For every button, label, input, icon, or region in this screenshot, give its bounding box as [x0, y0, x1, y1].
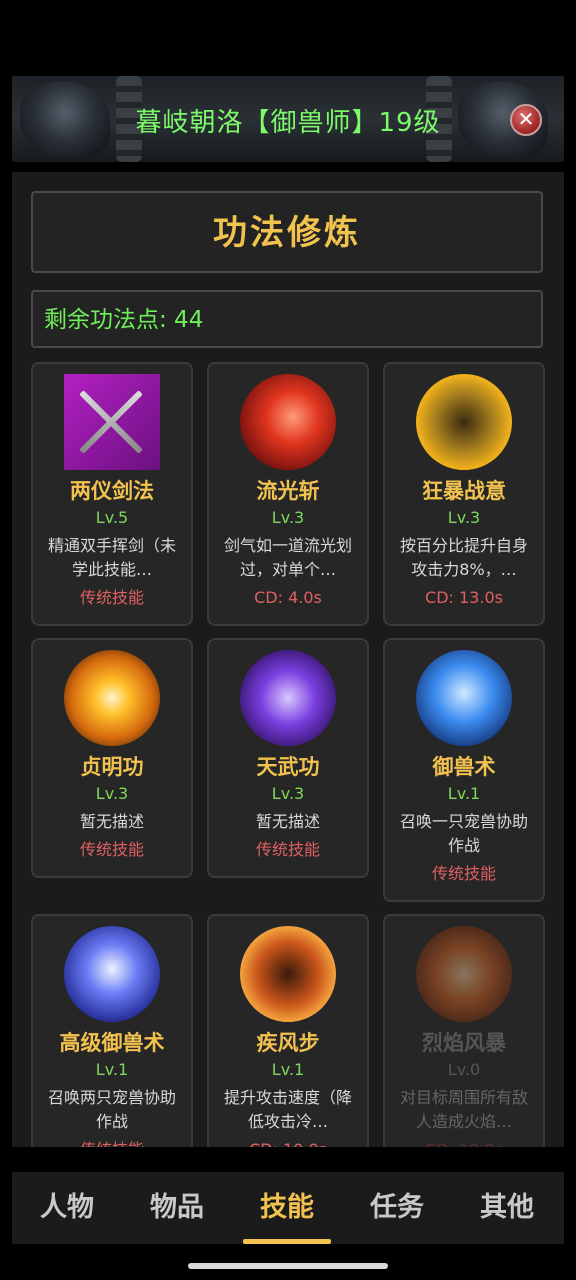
skill-name: 御兽术	[432, 755, 496, 779]
skill-level: Lv.1	[447, 784, 481, 803]
skill-name: 流光斩	[256, 479, 320, 503]
flow-slash-icon	[240, 374, 336, 470]
skill-type: 传统技能	[79, 840, 144, 859]
skill-type: 传统技能	[33, 1138, 191, 1147]
panel-title: 功法修炼	[213, 213, 361, 253]
skill-points-display: 剩余功法点: 44	[31, 290, 543, 348]
skill-level: Lv.3	[271, 784, 305, 803]
skill-level: Lv.3	[447, 508, 481, 527]
skill-name: 高级御兽术	[59, 1031, 165, 1055]
title-banner: 暮岐朝洛【御兽师】19级 ✕	[12, 76, 564, 162]
swift-step-icon	[240, 926, 336, 1022]
tab-skills[interactable]: 技能	[232, 1172, 342, 1244]
skill-type: 传统技能	[255, 840, 320, 859]
skill-card[interactable]: 天武功 Lv.3 暂无描述 传统技能	[207, 638, 369, 878]
tab-items[interactable]: 物品	[122, 1172, 232, 1244]
skill-card-locked[interactable]: 烈焰风暴 Lv.0 对目标周围所有敌人造成火焰… CD: 10.0s	[383, 914, 545, 1147]
skill-cooldown: CD: 13.0s	[425, 588, 503, 607]
skill-level: Lv.1	[95, 1060, 129, 1079]
tab-character[interactable]: 人物	[12, 1172, 122, 1244]
skill-level: Lv.3	[271, 508, 305, 527]
radiant-orb-icon	[64, 650, 160, 746]
skill-grid[interactable]: 两仪剑法 Lv.5 精通双手挥剑（未学此技能… 传统技能 流光斩 Lv.3 剑气…	[12, 362, 564, 1147]
skill-card[interactable]: 高级御兽术 Lv.1 召唤两只宠兽协助作战 传统技能	[31, 914, 193, 1147]
skill-card[interactable]: 御兽术 Lv.1 召唤一只宠兽协助作战 传统技能	[383, 638, 545, 902]
skill-card[interactable]: 疾风步 Lv.1 提升攻击速度（降低攻击冷… CD: 10.0s	[207, 914, 369, 1147]
skill-name: 烈焰风暴	[422, 1031, 506, 1055]
crossed-swords-icon	[64, 374, 160, 470]
divine-sword-icon	[240, 650, 336, 746]
skill-card[interactable]: 流光斩 Lv.3 剑气如一道流光划过，对单个… CD: 4.0s	[207, 362, 369, 626]
rage-fist-icon	[416, 374, 512, 470]
tab-label: 物品	[150, 1192, 204, 1223]
beast-summon-icon	[416, 650, 512, 746]
skill-name: 疾风步	[256, 1031, 320, 1055]
skill-description: 按百分比提升自身攻击力8%，…	[399, 536, 528, 579]
tab-label: 其他	[480, 1192, 534, 1223]
skill-name: 天武功	[256, 755, 320, 779]
skill-level: Lv.5	[95, 508, 129, 527]
skill-name: 贞明功	[80, 755, 144, 779]
panel-header: 功法修炼	[31, 191, 543, 273]
skill-description: 暂无描述	[255, 812, 320, 831]
active-tab-indicator	[243, 1239, 331, 1244]
home-indicator[interactable]	[188, 1263, 388, 1269]
skill-name: 狂暴战意	[422, 479, 506, 503]
character-title: 暮岐朝洛【御兽师】19级	[135, 108, 441, 138]
skill-card[interactable]: 两仪剑法 Lv.5 精通双手挥剑（未学此技能… 传统技能	[31, 362, 193, 626]
skill-cooldown: CD: 4.0s	[254, 588, 322, 607]
skill-description: 提升攻击速度（降低攻击冷…	[223, 1088, 352, 1131]
skill-description: 暂无描述	[79, 812, 144, 831]
skill-level: Lv.1	[271, 1060, 305, 1079]
skill-description: 对目标周围所有敌人造成火焰…	[399, 1088, 528, 1131]
skill-description: 召唤一只宠兽协助作战	[399, 812, 528, 855]
skill-level: Lv.0	[447, 1060, 481, 1079]
skill-description: 精通双手挥剑（未学此技能…	[47, 536, 176, 579]
skill-description: 剑气如一道流光划过，对单个…	[223, 536, 352, 579]
close-button[interactable]: ✕	[510, 104, 542, 136]
skill-name: 两仪剑法	[70, 479, 154, 503]
tab-other[interactable]: 其他	[452, 1172, 562, 1244]
tab-quests[interactable]: 任务	[342, 1172, 452, 1244]
skill-card[interactable]: 贞明功 Lv.3 暂无描述 传统技能	[31, 638, 193, 878]
skills-panel: 功法修炼 剩余功法点: 44 两仪剑法 Lv.5 精通双手挥剑（未学此技能… 传…	[12, 172, 564, 1147]
skill-level: Lv.3	[95, 784, 129, 803]
close-icon: ✕	[517, 107, 535, 131]
tab-label: 技能	[260, 1192, 314, 1223]
tab-label: 人物	[40, 1192, 94, 1223]
skill-cooldown: CD: 10.0s	[209, 1138, 367, 1147]
flame-storm-icon	[416, 926, 512, 1022]
skill-type: 传统技能	[431, 864, 496, 883]
skill-card[interactable]: 狂暴战意 Lv.3 按百分比提升自身攻击力8%，… CD: 13.0s	[383, 362, 545, 626]
skill-description: 召唤两只宠兽协助作战	[47, 1088, 176, 1131]
skill-cooldown: CD: 10.0s	[385, 1138, 543, 1147]
skill-type: 传统技能	[79, 588, 144, 607]
tab-label: 任务	[370, 1192, 424, 1223]
dragon-summon-icon	[64, 926, 160, 1022]
bottom-tab-bar: 人物 物品 技能 任务 其他	[12, 1172, 564, 1244]
